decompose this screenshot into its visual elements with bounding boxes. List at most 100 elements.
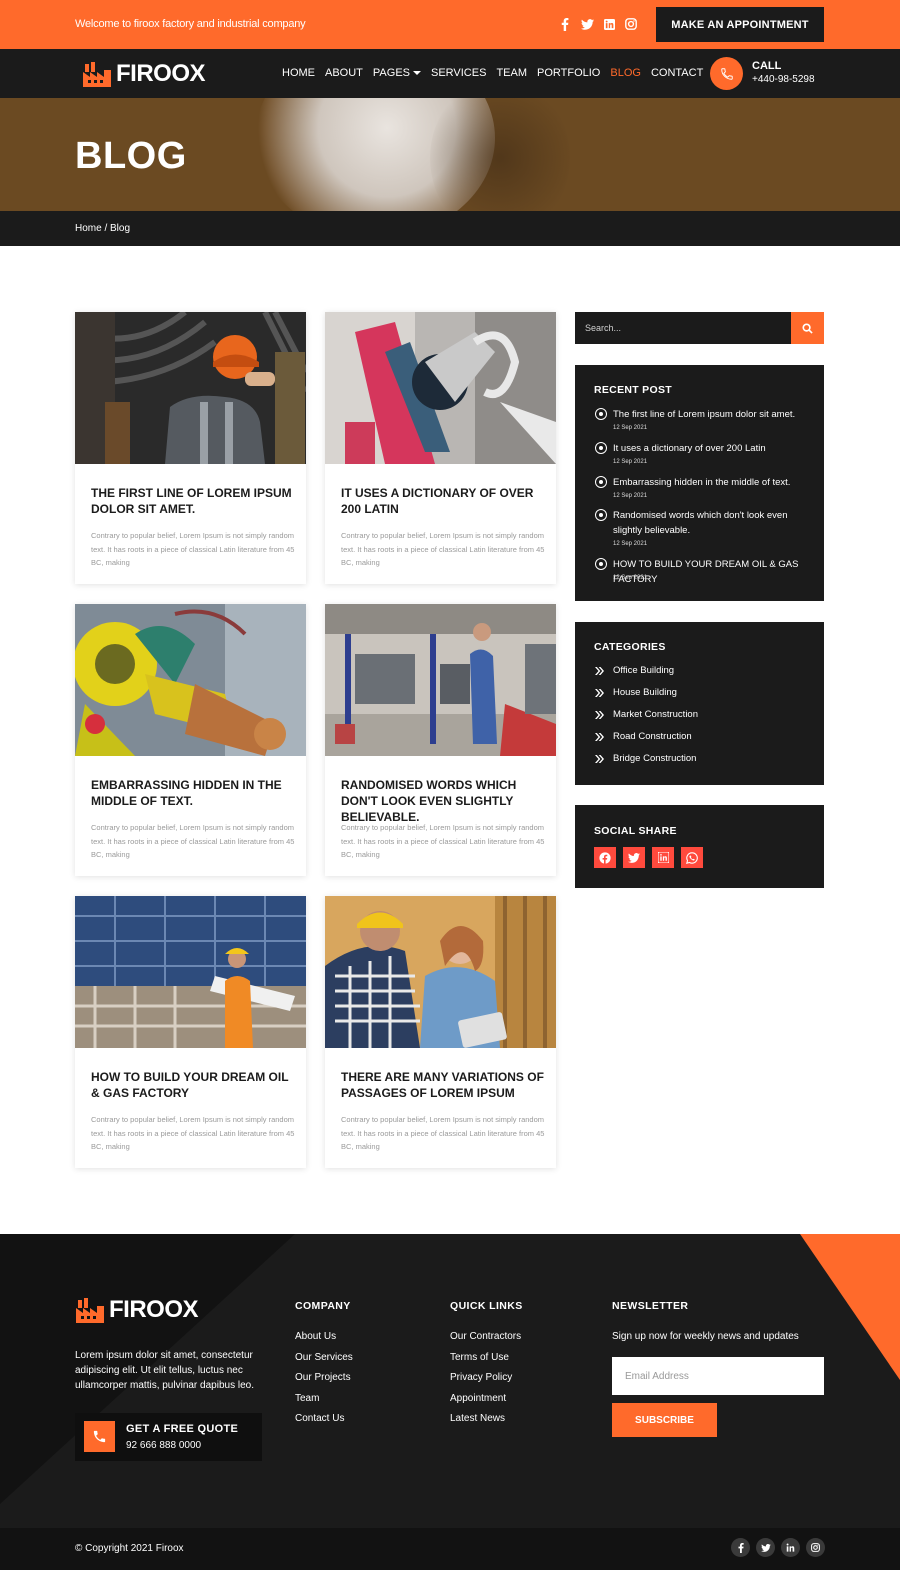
footer-newsletter-column: NEWSLETTER Sign up now for weekly news a… <box>612 1300 799 1342</box>
post-card[interactable]: EMBARRASSING HIDDEN IN THE MIDDLE OF TEX… <box>75 604 306 876</box>
footer-link-terms[interactable]: Terms of Use <box>450 1352 523 1363</box>
footer-link-team[interactable]: Team <box>295 1393 353 1404</box>
nav-contact[interactable]: CONTACT <box>651 67 703 79</box>
post-image[interactable] <box>75 896 306 1048</box>
facebook-icon[interactable] <box>558 17 572 31</box>
category-link[interactable]: Market Construction <box>595 709 698 720</box>
category-label: Market Construction <box>613 709 699 720</box>
footer-instagram-button[interactable] <box>806 1538 825 1557</box>
nav-pages[interactable]: PAGES <box>373 67 421 79</box>
share-twitter-button[interactable] <box>623 847 645 868</box>
share-facebook-button[interactable] <box>594 847 616 868</box>
breadcrumb-bar: Home / Blog <box>0 211 900 246</box>
double-chevron-right-icon <box>595 754 604 763</box>
category-link[interactable]: Bridge Construction <box>595 753 696 764</box>
whatsapp-icon <box>686 851 698 864</box>
post-title[interactable]: RANDOMISED WORDS WHICH DON'T LOOK EVEN S… <box>341 777 546 825</box>
twitter-icon[interactable] <box>580 17 594 31</box>
recent-posts-widget: RECENT POST The first line of Lorem ipsu… <box>575 365 824 601</box>
circle-dot-icon <box>595 509 607 521</box>
hero-background-shade <box>430 98 570 211</box>
nav-pages-label: PAGES <box>372 67 410 79</box>
twitter-icon <box>760 1543 771 1552</box>
call-info: CALL +440-98-5298 <box>752 60 815 85</box>
post-card[interactable]: RANDOMISED WORDS WHICH DON'T LOOK EVEN S… <box>325 604 556 876</box>
post-image[interactable] <box>325 604 556 756</box>
logo-text: FIROOX <box>116 60 206 87</box>
breadcrumb[interactable]: Home / Blog <box>75 223 130 234</box>
instagram-icon[interactable] <box>624 17 638 31</box>
double-chevron-right-icon <box>595 710 604 719</box>
post-card[interactable]: THERE ARE MANY VARIATIONS OF PASSAGES OF… <box>325 896 556 1168</box>
double-chevron-right-icon <box>595 688 604 697</box>
call-label: CALL <box>752 60 782 72</box>
newsletter-email-input[interactable] <box>612 1357 824 1395</box>
share-buttons <box>594 847 703 868</box>
call-number[interactable]: +440-98-5298 <box>752 74 815 85</box>
post-image[interactable] <box>75 604 306 756</box>
footer-quick-links-column: QUICK LINKS Our Contractors Terms of Use… <box>450 1300 523 1434</box>
recent-post-title[interactable]: Embarrassing hidden in the middle of tex… <box>613 475 813 490</box>
footer-linkedin-button[interactable] <box>781 1538 800 1557</box>
footer-link-projects[interactable]: Our Projects <box>295 1372 353 1383</box>
recent-post-title[interactable]: The first line of Lorem ipsum dolor sit … <box>613 407 813 422</box>
nav-about[interactable]: ABOUT <box>325 67 363 79</box>
post-image[interactable] <box>325 896 556 1048</box>
search-input[interactable] <box>575 312 792 344</box>
share-whatsapp-button[interactable] <box>681 847 703 868</box>
footer-twitter-button[interactable] <box>756 1538 775 1557</box>
post-card[interactable]: THE FIRST LINE OF LOREM IPSUM DOLOR SIT … <box>75 312 306 584</box>
recent-post-title[interactable]: HOW TO BUILD YOUR DREAM OIL & GAS FACTOR… <box>613 557 813 587</box>
footer-logo[interactable]: FIROOX <box>75 1296 199 1324</box>
post-image[interactable] <box>75 312 306 464</box>
footer-link-services[interactable]: Our Services <box>295 1352 353 1363</box>
share-linkedin-button[interactable] <box>652 847 674 868</box>
footer-link-privacy[interactable]: Privacy Policy <box>450 1372 523 1383</box>
make-appointment-button[interactable]: MAKE AN APPOINTMENT <box>656 7 824 42</box>
recent-post-date: 12 Sep 2021 <box>613 575 648 581</box>
post-excerpt: Contrary to popular belief, Lorem Ipsum … <box>341 823 545 859</box>
subscribe-button[interactable]: SUBSCRIBE <box>612 1403 717 1437</box>
nav-blog[interactable]: BLOG <box>610 67 641 79</box>
nav-team[interactable]: TEAM <box>496 67 527 79</box>
post-title[interactable]: HOW TO BUILD YOUR DREAM OIL & GAS FACTOR… <box>91 1069 296 1101</box>
category-link[interactable]: House Building <box>595 687 677 698</box>
search-icon <box>802 322 813 334</box>
call-button[interactable] <box>710 57 743 90</box>
search-button[interactable] <box>791 312 824 344</box>
post-title[interactable]: THERE ARE MANY VARIATIONS OF PASSAGES OF… <box>341 1069 546 1101</box>
footer-quick-links-heading: QUICK LINKS <box>450 1300 523 1312</box>
category-link[interactable]: Office Building <box>595 665 674 676</box>
site-logo[interactable]: FIROOX <box>82 60 206 88</box>
chevron-down-icon <box>413 71 421 75</box>
footer-link-news[interactable]: Latest News <box>450 1413 523 1424</box>
double-chevron-right-icon <box>595 666 604 675</box>
footer-link-contractors[interactable]: Our Contractors <box>450 1331 523 1342</box>
post-card[interactable]: HOW TO BUILD YOUR DREAM OIL & GAS FACTOR… <box>75 896 306 1168</box>
free-quote-box[interactable]: GET A FREE QUOTE 92 666 888 0000 <box>75 1413 262 1461</box>
copyright-bar: © Copyright 2021 Firoox <box>0 1528 900 1570</box>
footer-link-contact[interactable]: Contact Us <box>295 1413 353 1424</box>
category-label: Office Building <box>613 665 675 676</box>
nav-home[interactable]: HOME <box>282 67 315 79</box>
linkedin-icon[interactable] <box>602 17 616 31</box>
post-excerpt: Contrary to popular belief, Lorem Ipsum … <box>341 531 545 567</box>
copyright-text: © Copyright 2021 Firoox <box>75 1543 184 1554</box>
categories-heading: CATEGORIES <box>594 641 666 653</box>
newsletter-text: Sign up now for weekly news and updates <box>612 1331 799 1342</box>
post-title[interactable]: THE FIRST LINE OF LOREM IPSUM DOLOR SIT … <box>91 485 296 517</box>
footer-facebook-button[interactable] <box>731 1538 750 1557</box>
recent-post-title[interactable]: It uses a dictionary of over 200 Latin <box>613 441 813 456</box>
post-image[interactable] <box>325 312 556 464</box>
footer-link-appointment[interactable]: Appointment <box>450 1393 523 1404</box>
footer-link-about[interactable]: About Us <box>295 1331 353 1342</box>
nav-portfolio[interactable]: PORTFOLIO <box>537 67 600 79</box>
post-card[interactable]: IT USES A DICTIONARY OF OVER 200 LATIN C… <box>325 312 556 584</box>
factory-logo-icon <box>83 62 111 87</box>
category-link[interactable]: Road Construction <box>595 731 692 742</box>
recent-post-title[interactable]: Randomised words which don't look even s… <box>613 508 813 538</box>
post-title[interactable]: EMBARRASSING HIDDEN IN THE MIDDLE OF TEX… <box>91 777 296 809</box>
linkedin-icon <box>657 852 669 863</box>
post-title[interactable]: IT USES A DICTIONARY OF OVER 200 LATIN <box>341 485 546 517</box>
nav-services[interactable]: SERVICES <box>431 67 486 79</box>
